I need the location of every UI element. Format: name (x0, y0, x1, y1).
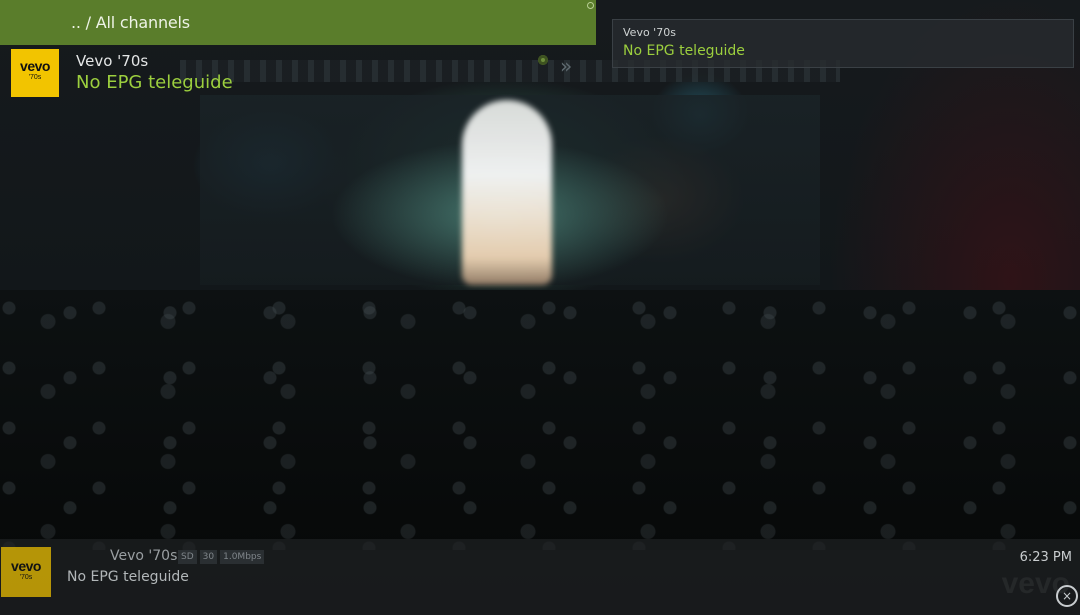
playback-osd: vevo '70s Vevo '70s SD 30 1.0Mbps No EPG… (0, 539, 1080, 615)
logo-brand: vevo (20, 58, 50, 74)
info-channel-name: Vevo '70s (623, 26, 676, 39)
close-circle-icon[interactable]: × (1056, 585, 1078, 607)
channel-list-item[interactable]: vevo '70s Vevo '70s No EPG teleguide » (0, 45, 596, 101)
channel-logo: vevo '70s (11, 49, 59, 97)
osd-channel-logo: vevo '70s (1, 547, 51, 597)
stream-badges: SD 30 1.0Mbps (178, 550, 265, 564)
concert-crowd (0, 290, 1080, 550)
breadcrumb-bar[interactable]: .. / All channels (0, 0, 596, 45)
info-program: No EPG teleguide (623, 43, 745, 59)
clock-time: 6:23 PM (1019, 550, 1072, 565)
fps-badge: 30 (199, 550, 218, 564)
channel-info-box: Vevo '70s No EPG teleguide (612, 19, 1074, 68)
quality-badge: SD (178, 550, 197, 564)
record-dot-icon (538, 55, 548, 65)
osd-program: No EPG teleguide (67, 569, 189, 585)
double-chevron-right-icon[interactable]: » (560, 54, 572, 78)
logo-sub: '70s (28, 74, 42, 81)
bitrate-badge: 1.0Mbps (220, 550, 265, 564)
osd-logo-sub: '70s (19, 574, 33, 581)
channel-name: Vevo '70s (76, 52, 149, 70)
osd-logo-brand: vevo (11, 558, 41, 574)
channel-program: No EPG teleguide (76, 72, 233, 93)
indicator-dot-icon (587, 2, 594, 9)
osd-channel-name: Vevo '70s (110, 548, 178, 564)
stage-spotlight (462, 100, 552, 285)
breadcrumb[interactable]: .. / All channels (71, 13, 190, 32)
